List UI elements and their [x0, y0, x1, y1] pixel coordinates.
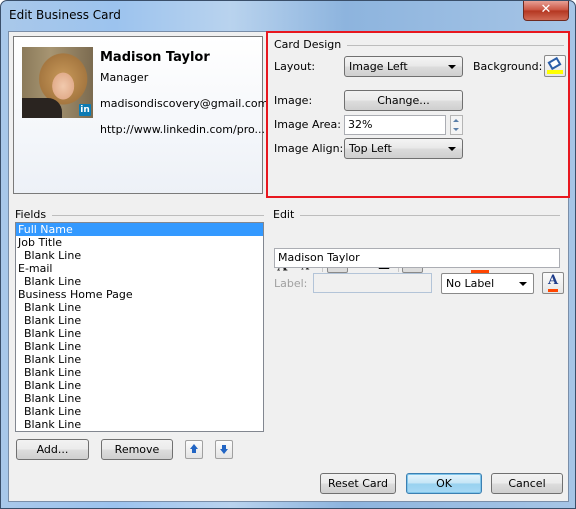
image-align-label: Image Align:: [274, 142, 344, 155]
field-list-item[interactable]: E-mail: [16, 262, 263, 275]
field-text-input[interactable]: Madison Taylor: [274, 248, 560, 268]
arrow-down-icon: [220, 449, 228, 454]
background-color-button[interactable]: [544, 55, 566, 77]
field-list-item[interactable]: Blank Line: [16, 340, 263, 353]
move-down-button[interactable]: [215, 440, 233, 459]
chevron-down-icon: [448, 65, 456, 69]
preview-email: madisondiscovery@gmail.com: [100, 97, 269, 110]
move-up-button[interactable]: [185, 440, 203, 459]
chevron-down-icon: [519, 282, 527, 286]
cancel-button[interactable]: Cancel: [491, 473, 563, 494]
field-list-item[interactable]: Full Name: [16, 223, 263, 236]
field-list-item[interactable]: Blank Line: [16, 405, 263, 418]
edit-business-card-dialog: Edit Business Card ✕ in Madison Taylor M…: [0, 0, 576, 509]
reset-card-button[interactable]: Reset Card: [320, 473, 396, 494]
image-area-label: Image Area:: [274, 118, 341, 131]
layout-value: Image Left: [349, 60, 408, 73]
dialog-body: in Madison Taylor Manager madisondiscove…: [8, 31, 570, 502]
preview-job-title: Manager: [100, 71, 149, 84]
preview-web: http://www.linkedin.com/pro...: [100, 123, 265, 136]
label-position-select[interactable]: No Label: [441, 273, 534, 294]
chevron-down-icon: [448, 147, 456, 151]
preview-name: Madison Taylor: [100, 50, 210, 65]
label-text-input[interactable]: [313, 273, 432, 293]
image-area-spinner[interactable]: [450, 115, 463, 135]
label-color-icon: A: [547, 273, 559, 292]
field-list-item[interactable]: Blank Line: [16, 314, 263, 327]
ok-button[interactable]: OK: [406, 473, 482, 494]
card-preview: in Madison Taylor Manager madisondiscove…: [13, 36, 268, 194]
close-button[interactable]: ✕: [523, 1, 569, 21]
field-list-item[interactable]: Blank Line: [16, 275, 263, 288]
image-label: Image:: [274, 94, 313, 107]
contact-photo: in: [22, 47, 93, 118]
field-list-item[interactable]: Blank Line: [16, 353, 263, 366]
field-list-item[interactable]: Blank Line: [16, 249, 263, 262]
spin-down-icon[interactable]: [453, 128, 459, 131]
field-list-item[interactable]: Blank Line: [16, 379, 263, 392]
layout-select[interactable]: Image Left: [344, 56, 463, 77]
change-image-button[interactable]: Change...: [344, 90, 463, 111]
field-list-item[interactable]: Blank Line: [16, 327, 263, 340]
add-field-button[interactable]: Add...: [16, 439, 89, 460]
close-icon: ✕: [540, 2, 552, 17]
field-list-item[interactable]: Blank Line: [16, 301, 263, 314]
window-title: Edit Business Card: [9, 8, 121, 22]
edit-label: Edit: [273, 208, 301, 221]
card-design-label: Card Design: [274, 38, 348, 51]
field-list-item[interactable]: Blank Line: [16, 392, 263, 405]
spin-up-icon[interactable]: [453, 119, 459, 122]
background-color-swatch: [547, 70, 563, 74]
image-area-input[interactable]: 32%: [344, 115, 446, 135]
fields-list[interactable]: Full Name Job Title Blank Line E-mail Blank …: [15, 222, 264, 432]
label-position-value: No Label: [446, 277, 495, 290]
label-color-button[interactable]: A: [542, 272, 564, 294]
label-label: Label:: [274, 277, 308, 290]
card-design-section: Card Design Layout: Image Left Backgroun…: [266, 31, 570, 198]
field-list-item[interactable]: Business Home Page: [16, 288, 263, 301]
linkedin-icon: in: [79, 104, 91, 116]
image-align-value: Top Left: [349, 142, 392, 155]
remove-field-button[interactable]: Remove: [101, 439, 173, 460]
background-label: Background:: [473, 60, 543, 73]
image-align-select[interactable]: Top Left: [344, 138, 463, 159]
field-list-item[interactable]: Blank Line: [16, 418, 263, 431]
fields-label: Fields: [15, 208, 53, 221]
paint-bucket-icon: [547, 56, 562, 71]
field-list-item[interactable]: Job Title: [16, 236, 263, 249]
field-list-item[interactable]: Blank Line: [16, 366, 263, 379]
layout-label: Layout:: [274, 60, 316, 73]
